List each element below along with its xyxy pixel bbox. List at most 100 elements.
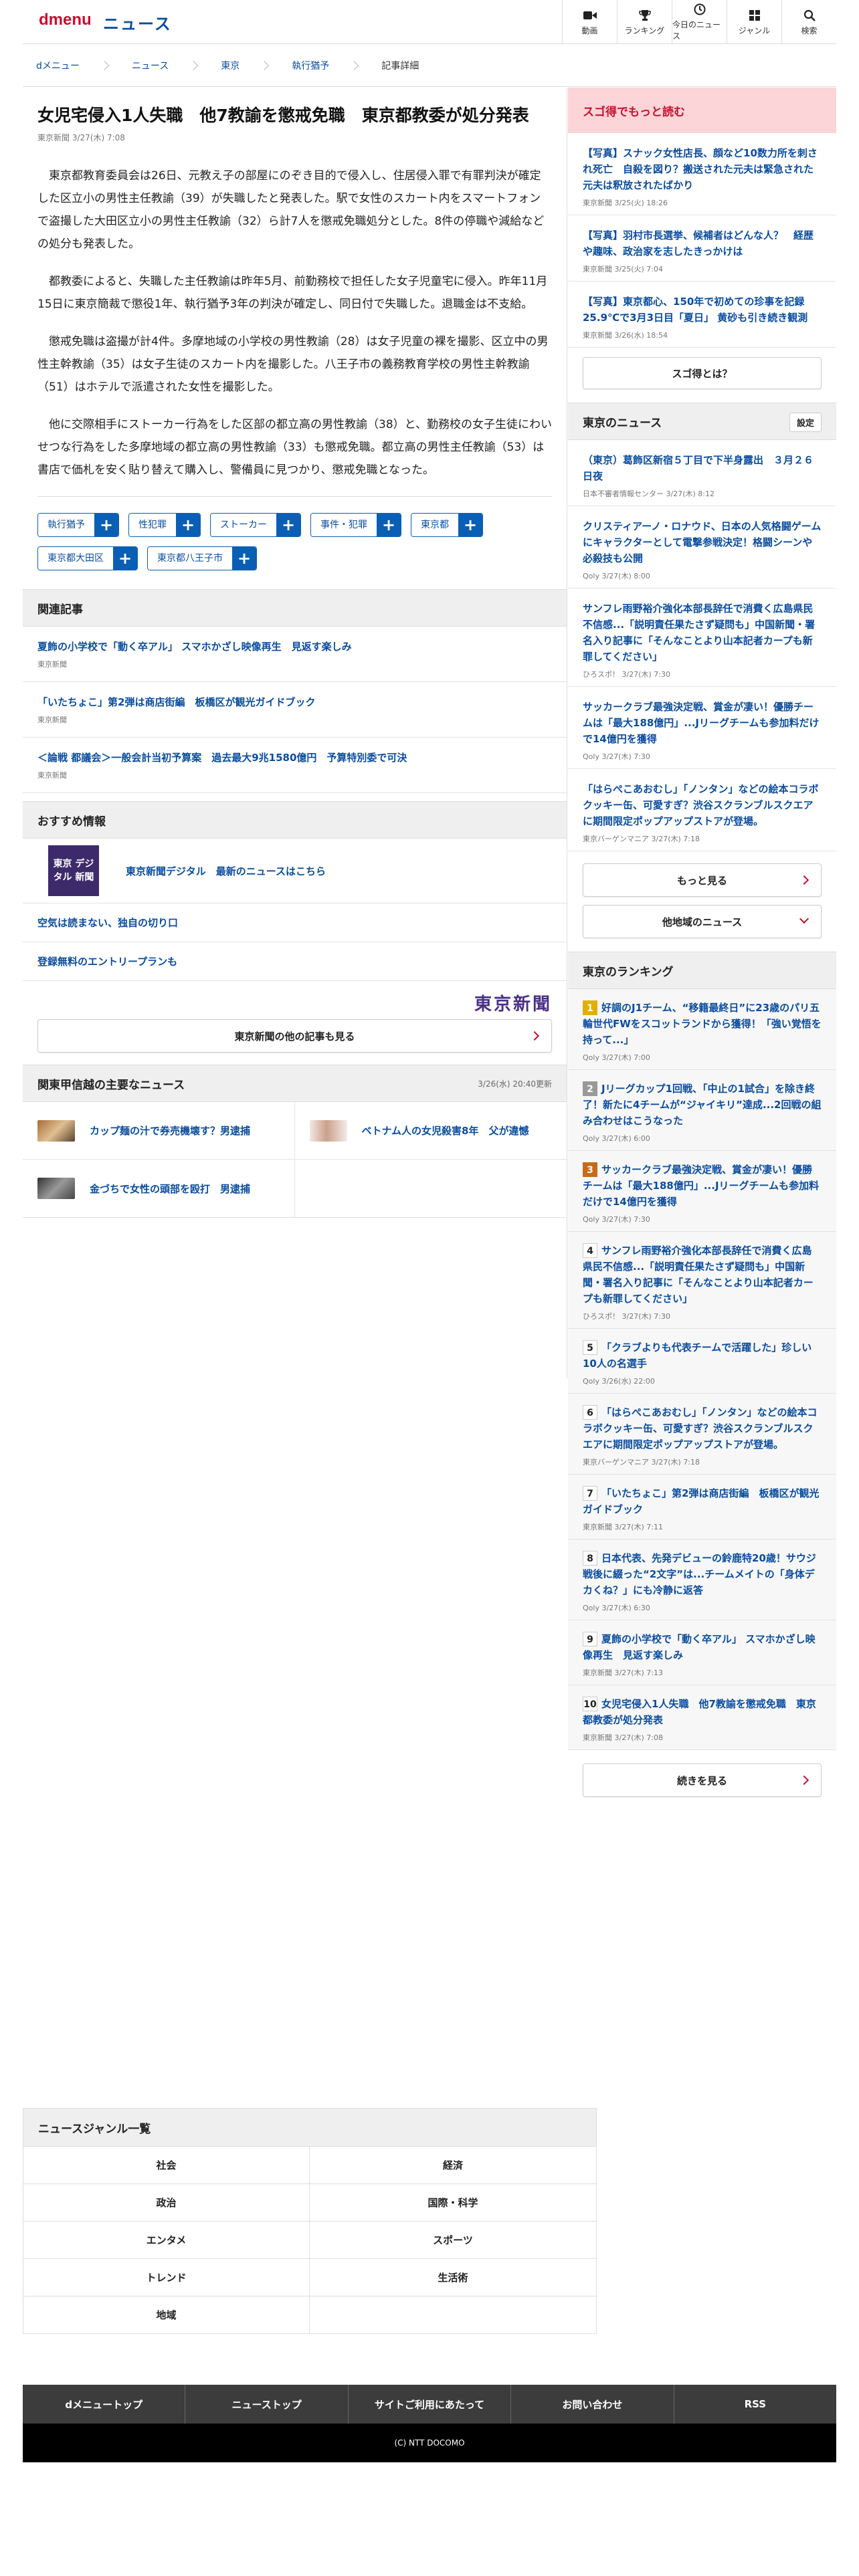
tokyo-news-item[interactable]: クリスティアーノ・ロナウド、日本の人気格闘ゲームにキャラクターとして電撃参戦決定…: [568, 506, 836, 588]
tokyo-news-title[interactable]: 「はらぺこあおむし」「ノンタン」などの絵本コラボクッキー缶、可愛すぎ？渋谷スクラ…: [583, 781, 822, 829]
ranking-item[interactable]: 3 サッカークラブ最強決定戦、賞金が凄い！優勝チームは「最大188億円」...Jリ…: [568, 1151, 836, 1232]
tag[interactable]: 東京都 +: [411, 513, 483, 537]
kanto-news-item[interactable]: カップ麺の汁で券売機壊す？男逮捕: [23, 1102, 295, 1160]
footer-link-terms[interactable]: サイトご利用にあたって: [349, 2385, 512, 2424]
news-section-title[interactable]: ニュース: [103, 11, 172, 34]
more-tokyo-news-button[interactable]: もっと見る: [583, 863, 822, 897]
related-item[interactable]: 夏飾の小学校で「動く卒アル」 スマホかざし映像再生 見返す楽しみ 東京新聞: [23, 627, 567, 682]
nav-ranking[interactable]: ランキング: [617, 0, 672, 44]
tag[interactable]: 執行猶予 +: [37, 513, 119, 537]
tag-label[interactable]: 東京都: [411, 514, 458, 536]
ranking-item[interactable]: 6 「はらぺこあおむし」「ノンタン」などの絵本コラボクッキー缶、可愛すぎ？渋谷スク…: [568, 1394, 836, 1475]
related-item[interactable]: ＜論戦 都議会＞一般会計当初予算案 過去最大9兆1580億円 予算特別委で可決 …: [23, 738, 567, 793]
related-title[interactable]: 「いたちょこ」第2弾は商店街編 板橋区が観光ガイドブック: [37, 694, 552, 710]
plus-icon[interactable]: +: [276, 514, 300, 536]
tokyo-news-item[interactable]: サンフレ雨野裕介強化本部長辞任で消費く広島県民不信感...「説明責任果たさず疑問…: [568, 588, 836, 687]
ranking-title[interactable]: 「クラブよりも代表チームで活躍した」珍しい10人の名選手: [583, 1341, 812, 1370]
genre-item[interactable]: 国際・科学: [310, 2183, 596, 2221]
plus-icon[interactable]: +: [232, 547, 256, 570]
tag[interactable]: 性犯罪 +: [128, 513, 201, 537]
ranking-title[interactable]: 「いたちょこ」第2弾は商店街編 板橋区が観光ガイドブック: [583, 1487, 819, 1515]
footer-link-rss[interactable]: RSS: [674, 2385, 836, 2424]
plus-icon[interactable]: +: [458, 514, 482, 536]
ranking-item[interactable]: 10 女児宅侵入1人失職 他7教諭を懲戒免職 東京都教委が処分発表 東京新聞 3/2…: [568, 1685, 836, 1750]
related-item[interactable]: 「いたちょこ」第2弾は商店街編 板橋区が観光ガイドブック 東京新聞: [23, 682, 567, 738]
sugotoku-item[interactable]: 【写真】スナック女性店長、顔など10数力所を刺され死亡 自殺を図り？搬送された元…: [568, 133, 836, 215]
tag-label[interactable]: 執行猶予: [38, 514, 94, 536]
tokyo-news-item[interactable]: サッカークラブ最強決定戦、賞金が凄い！優勝チームは「最大188億円」...Jリー…: [568, 687, 836, 769]
genre-item[interactable]: 経済: [310, 2146, 596, 2183]
genre-item[interactable]: 社会: [23, 2146, 310, 2183]
tokyo-news-title[interactable]: サンフレ雨野裕介強化本部長辞任で消費く広島県民不信感...「説明責任果たさず疑問…: [583, 601, 822, 665]
nav-today[interactable]: 今日のニュース: [672, 0, 727, 44]
plus-icon[interactable]: +: [176, 514, 200, 536]
nav-genre[interactable]: ジャンル: [727, 0, 781, 44]
ranking-item[interactable]: 9 夏飾の小学校で「動く卒アル」 スマホかざし映像再生 見返す楽しみ 東京新聞 3/…: [568, 1620, 836, 1685]
ranking-item[interactable]: 2 Jリーグカップ1回戦、「中止の1試合」を除き終了！新たに4チームが“ジャイキリ…: [568, 1070, 836, 1151]
settings-button[interactable]: 設定: [789, 413, 822, 432]
tokyo-news-title[interactable]: サッカークラブ最強決定戦、賞金が凄い！優勝チームは「最大188億円」...Jリー…: [583, 699, 822, 747]
sugotoku-item[interactable]: 【写真】羽村市長選挙、候補者はどんな人？ 経歴や趣味、政治家を志したきっかけは …: [568, 215, 836, 282]
ranking-title[interactable]: 日本代表、先発デビューの鈴鹿特20歳！サウジ戦後に綴った“2文字”は...チーム…: [583, 1552, 816, 1596]
more-tokyo-articles-button[interactable]: 東京新聞の他の記事も見る: [37, 1019, 552, 1053]
ranking-more-button[interactable]: 続きを見る: [583, 1763, 822, 1797]
genre-item[interactable]: エンタメ: [23, 2221, 310, 2258]
kanto-news-item[interactable]: ベトナム人の女児殺害8年 父が違憾: [294, 1102, 567, 1160]
other-region-button[interactable]: 他地域のニュース: [583, 905, 822, 938]
nav-video[interactable]: 動画: [562, 0, 617, 44]
footer-link-contact[interactable]: お問い合わせ: [511, 2385, 674, 2424]
ranking-title[interactable]: サッカークラブ最強決定戦、賞金が凄い！優勝チームは「最大188億円」...Jリー…: [583, 1164, 819, 1208]
ranking-item[interactable]: 4 サンフレ雨野裕介強化本部長辞任で消費く広島県民不信感...「説明責任果たさず疑…: [568, 1232, 836, 1329]
kanto-news-title[interactable]: ベトナム人の女児殺害8年 父が違憾: [362, 1123, 529, 1138]
genre-item[interactable]: スポーツ: [310, 2221, 596, 2258]
tag[interactable]: 東京都八王子市 +: [147, 546, 257, 570]
ranking-item[interactable]: 8 日本代表、先発デビューの鈴鹿特20歳！サウジ戦後に綴った“2文字”は...チー…: [568, 1539, 836, 1620]
tag-label[interactable]: ストーカー: [211, 514, 276, 536]
footer-link-dmenu-top[interactable]: dメニュートップ: [23, 2385, 186, 2424]
tag-label[interactable]: 東京都八王子市: [148, 547, 232, 570]
dmenu-logo[interactable]: dmenu: [39, 11, 92, 29]
tag-label[interactable]: 東京都大田区: [38, 547, 113, 570]
tag[interactable]: ストーカー +: [210, 513, 301, 537]
ranking-title[interactable]: 好調のJ1チーム、“移籍最終日”に23歳のパリ五輪世代FWをスコットランドから獲…: [583, 1002, 822, 1046]
ranking-item[interactable]: 7 「いたちょこ」第2弾は商店街編 板橋区が観光ガイドブック 東京新聞 3/27(木…: [568, 1475, 836, 1539]
sugotoku-title[interactable]: 【写真】スナック女性店長、顔など10数力所を刺され死亡 自殺を図り？搬送された元…: [583, 145, 822, 193]
kanto-news-item[interactable]: 金づちで女性の頭部を殴打 男逮捕: [23, 1160, 295, 1217]
sugotoku-item[interactable]: 【写真】東京都心、150年で初めての珍事を記録 25.9℃で3月3日目「夏日」 …: [568, 282, 836, 348]
recommend-link[interactable]: 登録無料のエントリープランも: [23, 942, 567, 981]
kanto-news-title[interactable]: 金づちで女性の頭部を殴打 男逮捕: [90, 1182, 250, 1196]
sugotoku-about-button[interactable]: スゴ得とは？: [583, 357, 822, 389]
tag[interactable]: 東京都大田区 +: [37, 546, 138, 570]
sugotoku-title[interactable]: 【写真】羽村市長選挙、候補者はどんな人？ 経歴や趣味、政治家を志したきっかけは: [583, 227, 822, 259]
ranking-title[interactable]: 女児宅侵入1人失職 他7教諭を懲戒免職 東京都教委が処分発表: [583, 1698, 816, 1726]
kanto-news-title[interactable]: カップ麺の汁で券売機壊す？男逮捕: [90, 1123, 250, 1138]
ranking-title[interactable]: Jリーグカップ1回戦、「中止の1試合」を除き終了！新たに4チームが“ジャイキリ”…: [583, 1083, 822, 1127]
related-title[interactable]: 夏飾の小学校で「動く卒アル」 スマホかざし映像再生 見返す楽しみ: [37, 639, 552, 655]
genre-item[interactable]: 政治: [23, 2183, 310, 2221]
nav-search[interactable]: 検索: [781, 0, 836, 44]
recommend-promo-text[interactable]: 東京新聞デジタル 最新のニュースはこちら: [126, 864, 326, 878]
ranking-title[interactable]: 夏飾の小学校で「動く卒アル」 スマホかざし映像再生 見返す楽しみ: [583, 1633, 816, 1661]
ranking-item[interactable]: 1 好調のJ1チーム、“移籍最終日”に23歳のパリ五輪世代FWをスコットランドから…: [568, 989, 836, 1070]
tag-label[interactable]: 事件・犯罪: [311, 514, 377, 536]
recommend-link[interactable]: 空気は読まない、独自の切り口: [23, 903, 567, 942]
plus-icon[interactable]: +: [113, 547, 137, 570]
tokyo-news-item[interactable]: 「はらぺこあおむし」「ノンタン」などの絵本コラボクッキー缶、可愛すぎ？渋谷スクラ…: [568, 769, 836, 851]
tag[interactable]: 事件・犯罪 +: [310, 513, 401, 537]
genre-item[interactable]: 生活術: [310, 2258, 596, 2296]
recommend-promo[interactable]: 東京 デジタル 新聞 東京新聞デジタル 最新のニュースはこちら: [23, 839, 567, 903]
tokyo-news-item[interactable]: （東京）葛飾区新宿５丁目で下半身露出 ３月２６日夜 日本不審者情報センター 3/…: [568, 440, 836, 506]
breadcrumb-dmenu[interactable]: dメニュー: [36, 59, 80, 72]
tokyo-news-title[interactable]: クリスティアーノ・ロナウド、日本の人気格闘ゲームにキャラクターとして電撃参戦決定…: [583, 518, 822, 566]
plus-icon[interactable]: +: [377, 514, 401, 536]
plus-icon[interactable]: +: [94, 514, 118, 536]
breadcrumb-tokyo[interactable]: 東京: [221, 59, 240, 72]
footer-link-news-top[interactable]: ニューストップ: [185, 2385, 349, 2424]
tag-label[interactable]: 性犯罪: [129, 514, 176, 536]
genre-item[interactable]: トレンド: [23, 2258, 310, 2296]
ranking-title[interactable]: 「はらぺこあおむし」「ノンタン」などの絵本コラボクッキー缶、可愛すぎ？渋谷スクラ…: [583, 1406, 818, 1451]
tokyo-news-title[interactable]: （東京）葛飾区新宿５丁目で下半身露出 ３月２６日夜: [583, 452, 822, 484]
related-title[interactable]: ＜論戦 都議会＞一般会計当初予算案 過去最大9兆1580億円 予算特別委で可決: [37, 750, 552, 766]
breadcrumb-news[interactable]: ニュース: [132, 59, 169, 72]
breadcrumb-topic[interactable]: 執行猶予: [292, 59, 329, 72]
